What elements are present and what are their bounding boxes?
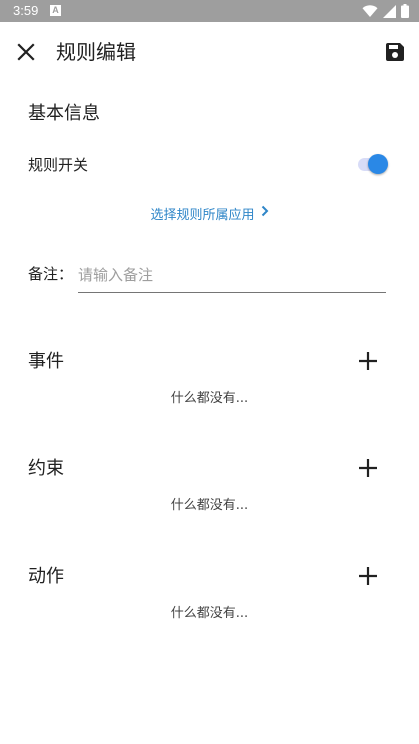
actions-section-title: 动作 (28, 566, 64, 587)
add-constraint-icon[interactable] (356, 456, 380, 480)
add-action-icon[interactable] (356, 564, 380, 588)
select-app-label: 选择规则所属应用 (150, 208, 255, 223)
select-app-link[interactable]: 选择规则所属应用 (0, 204, 419, 226)
chevron-right-icon (261, 204, 269, 224)
save-icon[interactable] (383, 40, 407, 64)
notification-a-icon: A (50, 5, 61, 16)
signal-icon (383, 4, 396, 18)
constraints-section-title: 约束 (28, 458, 64, 479)
remark-input[interactable] (78, 260, 386, 293)
rule-switch-label: 规则开关 (28, 156, 89, 174)
rule-switch-toggle[interactable] (356, 152, 390, 176)
events-section-title: 事件 (28, 351, 64, 372)
status-icons (362, 4, 409, 18)
actions-empty-text: 什么都没有... (170, 606, 249, 621)
constraints-empty-text: 什么都没有... (170, 498, 249, 513)
page-title: 规则编辑 (56, 40, 136, 64)
wifi-icon (362, 4, 378, 18)
events-empty-text: 什么都没有... (170, 391, 249, 406)
basic-info-title: 基本信息 (28, 103, 100, 124)
remark-label: 备注： (28, 265, 74, 283)
add-event-icon[interactable] (356, 349, 380, 373)
status-bar: 3:59 A (0, 0, 419, 22)
battery-icon (401, 4, 409, 18)
toggle-thumb (368, 154, 388, 174)
app-bar: 规则编辑 (0, 22, 419, 82)
close-icon[interactable] (14, 40, 38, 64)
status-time: 3:59 (13, 3, 39, 18)
